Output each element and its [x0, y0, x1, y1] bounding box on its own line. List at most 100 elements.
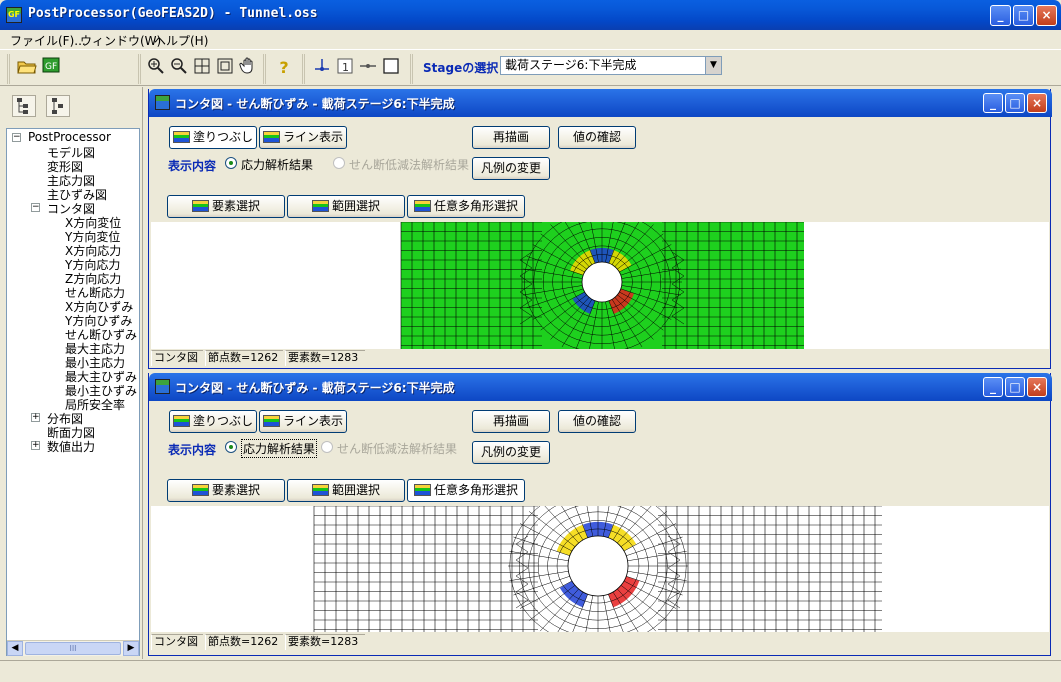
- zoom-fit-icon[interactable]: [214, 57, 236, 79]
- range-select-button[interactable]: 範囲選択: [287, 479, 405, 502]
- node-icon[interactable]: [311, 57, 333, 79]
- status-elements: 要素数=1283: [285, 634, 365, 650]
- mesh-radial: [513, 576, 570, 596]
- child-app-icon: [155, 379, 170, 394]
- child-title: コンタ図 - せん断ひずみ - 載荷ステージ6:下半完成: [175, 381, 455, 395]
- radio-stress[interactable]: [225, 157, 237, 169]
- radio-ssr-label[interactable]: せん断低減法解析結果: [349, 156, 469, 173]
- check-value-button[interactable]: 値の確認: [558, 126, 636, 149]
- tunnel-opening: [581, 261, 623, 303]
- app-icon[interactable]: GF: [40, 57, 62, 79]
- svg-text:GF: GF: [45, 62, 57, 72]
- stage-select[interactable]: 載荷ステージ6:下半完成 ▼: [500, 56, 722, 75]
- child-maximize-button[interactable]: □: [1005, 377, 1025, 397]
- toolbar-grip: [7, 54, 10, 84]
- number-icon[interactable]: 1: [334, 57, 356, 79]
- mesh-group: [313, 506, 882, 632]
- radio-stress-label[interactable]: 応力解析結果: [241, 439, 318, 458]
- polygon-select-label: 任意多角形選択: [433, 483, 518, 497]
- minimize-button[interactable]: _: [990, 5, 1011, 26]
- legend-change-button[interactable]: 凡例の変更: [472, 441, 550, 464]
- pan-hand-icon[interactable]: [237, 57, 259, 79]
- chevron-down-icon[interactable]: ▼: [705, 57, 721, 74]
- child-app-icon: [155, 95, 170, 110]
- app-icon: GF: [6, 7, 22, 23]
- tree-collapse-icon: [52, 98, 63, 114]
- radio-stress-label[interactable]: 応力解析結果: [241, 156, 313, 173]
- child-title: コンタ図 - せん断ひずみ - 載荷ステージ6:下半完成: [175, 97, 455, 111]
- redraw-button[interactable]: 再描画: [472, 410, 550, 433]
- menu-bar: ファイル(F)... ウィンドウ(W) ヘルプ(H): [0, 30, 1061, 50]
- menu-help[interactable]: ヘルプ(H): [154, 32, 208, 49]
- toolbar-separator: [410, 54, 413, 84]
- child-maximize-button[interactable]: □: [1005, 93, 1025, 113]
- range-select-label: 範囲選択: [331, 199, 380, 213]
- child-close-button[interactable]: ×: [1027, 93, 1047, 113]
- child-title-bar[interactable]: コンタ図 - せん断ひずみ - 載荷ステージ6:下半完成 _ □ ×: [149, 89, 1052, 117]
- tree-collapse-button[interactable]: [46, 95, 70, 117]
- child-title-bar[interactable]: コンタ図 - せん断ひずみ - 載荷ステージ6:下半完成 _ □ ×: [149, 373, 1052, 401]
- child-status-bar: コンタ図 節点数=1262 要素数=1283: [151, 633, 1049, 651]
- radio-ssr-label[interactable]: せん断低減法解析結果: [337, 440, 457, 457]
- line-icon[interactable]: [357, 57, 379, 79]
- fill-button[interactable]: 塗りつぶし: [169, 126, 257, 149]
- scroll-right-icon[interactable]: ▶: [123, 641, 139, 656]
- radio-stress[interactable]: [225, 441, 237, 453]
- rectangle-icon[interactable]: [380, 57, 402, 79]
- mesh-radial: [623, 523, 677, 552]
- tree-expand-button[interactable]: [12, 95, 36, 117]
- element-select-button[interactable]: 要素選択: [167, 479, 285, 502]
- mesh-plot[interactable]: [151, 506, 1049, 632]
- scroll-thumb[interactable]: III: [25, 642, 121, 655]
- zoom-in-icon[interactable]: [145, 57, 167, 79]
- child-status-bar: コンタ図 節点数=1262 要素数=1283: [151, 349, 1049, 367]
- contour-canvas-fill[interactable]: [151, 222, 1049, 349]
- polygon-select-button[interactable]: 任意多角形選択: [407, 479, 525, 502]
- tree-expander-numeric[interactable]: +: [31, 441, 40, 450]
- redraw-button[interactable]: 再描画: [472, 126, 550, 149]
- main-status-bar: [0, 660, 1061, 682]
- main-title-bar[interactable]: GF PostProcessor(GeoFEAS2D) - Tunnel.oss…: [0, 0, 1061, 30]
- tree-expander-contour[interactable]: −: [31, 203, 40, 212]
- menu-window[interactable]: ウィンドウ(W): [80, 32, 161, 49]
- fill-button-label: 塗りつぶし: [192, 130, 254, 144]
- radio-ssr[interactable]: [333, 157, 345, 169]
- tree-label: PostProcessor: [28, 130, 111, 144]
- status-elements: 要素数=1283: [285, 350, 365, 366]
- check-value-button[interactable]: 値の確認: [558, 410, 636, 433]
- status-view: コンタ図: [151, 350, 203, 366]
- display-content-label: 表示内容: [168, 159, 217, 173]
- contour-canvas-line[interactable]: [151, 506, 1049, 632]
- child-minimize-button[interactable]: _: [983, 93, 1003, 113]
- status-view: コンタ図: [151, 634, 203, 650]
- fill-button[interactable]: 塗りつぶし: [169, 410, 257, 433]
- close-button[interactable]: ×: [1036, 5, 1057, 26]
- polygon-select-button[interactable]: 任意多角形選択: [407, 195, 525, 218]
- zoom-out-icon[interactable]: [168, 57, 190, 79]
- child-close-button[interactable]: ×: [1027, 377, 1047, 397]
- element-select-label: 要素選択: [211, 483, 260, 497]
- display-content-label: 表示内容: [168, 443, 217, 457]
- menu-file[interactable]: ファイル(F)...: [10, 32, 86, 49]
- line-display-button[interactable]: ライン表示: [259, 126, 347, 149]
- open-folder-icon[interactable]: [16, 57, 38, 79]
- range-select-label: 範囲選択: [331, 483, 380, 497]
- zoom-window-icon[interactable]: [191, 57, 213, 79]
- tree-view[interactable]: − PostProcessor モデル図 変形図 主応力図 主ひずみ図 − コン…: [6, 128, 140, 656]
- tree-expander-root[interactable]: −: [12, 133, 21, 142]
- contour-window-1: コンタ図 - せん断ひずみ - 載荷ステージ6:下半完成 _ □ × 塗りつぶし…: [148, 89, 1052, 369]
- tree-expander-distribution[interactable]: +: [31, 413, 40, 422]
- mesh-plot[interactable]: [151, 222, 1049, 349]
- line-display-button[interactable]: ライン表示: [259, 410, 347, 433]
- maximize-button[interactable]: □: [1013, 5, 1034, 26]
- radio-ssr[interactable]: [321, 441, 333, 453]
- range-select-icon: [311, 200, 329, 212]
- help-icon[interactable]: ?: [273, 57, 295, 79]
- element-select-button[interactable]: 要素選択: [167, 195, 285, 218]
- svg-text:1: 1: [342, 61, 349, 74]
- legend-change-button[interactable]: 凡例の変更: [472, 157, 550, 180]
- child-minimize-button[interactable]: _: [983, 377, 1003, 397]
- scroll-left-icon[interactable]: ◀: [7, 641, 23, 656]
- tree-horizontal-scrollbar[interactable]: ◀ III ▶: [7, 640, 139, 656]
- range-select-button[interactable]: 範囲選択: [287, 195, 405, 218]
